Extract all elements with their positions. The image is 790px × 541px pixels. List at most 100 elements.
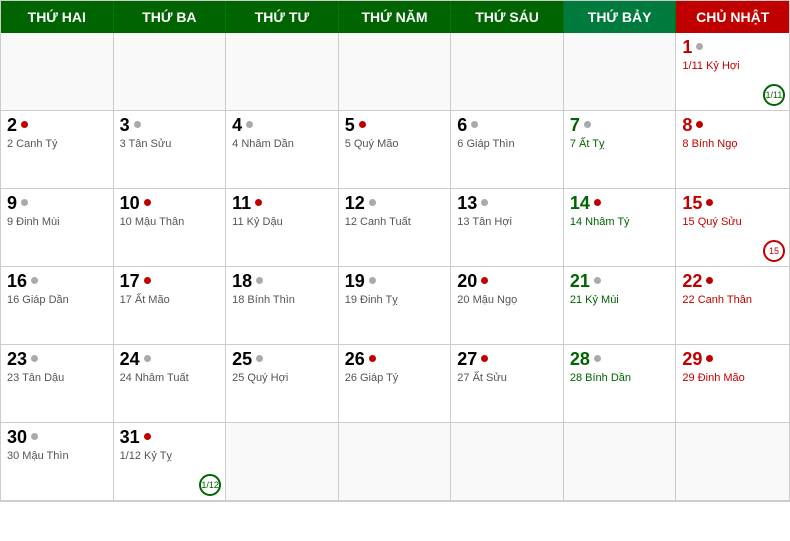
day-cell[interactable]: 2525 Quý Hợi bbox=[226, 345, 339, 423]
lunar-date: 28 Bính Dần bbox=[570, 372, 670, 384]
gregorian-date: 18 bbox=[232, 271, 252, 292]
day-cell[interactable] bbox=[226, 423, 339, 501]
dot-indicator bbox=[706, 355, 713, 362]
lunar-date: 25 Quý Hợi bbox=[232, 372, 332, 384]
day-cell[interactable]: 99 Đinh Mùi bbox=[1, 189, 114, 267]
dot-indicator bbox=[359, 121, 366, 128]
gregorian-date: 20 bbox=[457, 271, 477, 292]
day-cell[interactable]: 16 16 Giáp Dần bbox=[1, 267, 114, 345]
day-cell[interactable]: 2626 Giáp Tý bbox=[339, 345, 452, 423]
day-cell[interactable] bbox=[451, 33, 564, 111]
lunar-date: 17 Ất Mão bbox=[120, 294, 220, 306]
dot-indicator bbox=[594, 277, 601, 284]
lunar-date: 22 Canh Thân bbox=[682, 294, 783, 306]
day-cell[interactable] bbox=[451, 423, 564, 501]
day-cell[interactable]: 21 21 Kỷ Mùi bbox=[564, 267, 677, 345]
lunar-date: 26 Giáp Tý bbox=[345, 372, 445, 384]
lunar-date: 2 Canh Tý bbox=[7, 138, 107, 150]
day-cell[interactable]: 1313 Tân Hợi bbox=[451, 189, 564, 267]
gregorian-date: 19 bbox=[345, 271, 365, 292]
dot-indicator bbox=[369, 199, 376, 206]
day-cell[interactable]: 88 Bính Ngọ bbox=[676, 111, 789, 189]
gregorian-date: 29 bbox=[682, 349, 702, 370]
lunar-date: 30 Mậu Thìn bbox=[7, 450, 107, 462]
dot-indicator bbox=[584, 121, 591, 128]
day-cell[interactable]: 2424 Nhâm Tuất bbox=[114, 345, 227, 423]
day-cell[interactable]: 3030 Mậu Thìn bbox=[1, 423, 114, 501]
day-cell[interactable]: 17 17 Ất Mão bbox=[114, 267, 227, 345]
circle-indicator: 15 bbox=[763, 240, 785, 262]
day-cell[interactable]: 77 Ất Tỵ bbox=[564, 111, 677, 189]
day-cell[interactable] bbox=[339, 33, 452, 111]
gregorian-date: 24 bbox=[120, 349, 140, 370]
lunar-date: 5 Quý Mão bbox=[345, 138, 445, 150]
gregorian-date: 13 bbox=[457, 193, 477, 214]
gregorian-date: 9 bbox=[7, 193, 17, 214]
day-cell[interactable]: 33 Tân Sửu bbox=[114, 111, 227, 189]
day-cell[interactable]: 11/11 Kỷ Hợi1/11 bbox=[676, 33, 789, 111]
dot-indicator bbox=[706, 277, 713, 284]
lunar-date: 21 Kỷ Mùi bbox=[570, 294, 670, 306]
header-day-cell: CHỦ NHẬT bbox=[676, 1, 789, 33]
day-cell[interactable] bbox=[564, 33, 677, 111]
day-cell[interactable]: 1919 Đinh Tỵ bbox=[339, 267, 452, 345]
gregorian-date: 11 bbox=[232, 193, 251, 214]
day-cell[interactable] bbox=[226, 33, 339, 111]
dot-indicator bbox=[31, 433, 38, 440]
day-cell[interactable] bbox=[339, 423, 452, 501]
gregorian-date: 14 bbox=[570, 193, 590, 214]
day-cell[interactable] bbox=[1, 33, 114, 111]
day-cell[interactable]: 311/12 Kỷ Tỵ1/12 bbox=[114, 423, 227, 501]
dot-indicator bbox=[594, 355, 601, 362]
header-day-cell: THỨ NĂM bbox=[339, 1, 452, 33]
day-cell[interactable]: 15 15 Quý Sửu 15 bbox=[676, 189, 789, 267]
lunar-date: 15 Quý Sửu bbox=[682, 216, 783, 228]
day-cell[interactable]: 29 29 Đinh Mão bbox=[676, 345, 789, 423]
day-cell[interactable]: 1111 Kỷ Dậu bbox=[226, 189, 339, 267]
gregorian-date: 31 bbox=[120, 427, 140, 448]
day-cell[interactable]: 2222 Canh Thân bbox=[676, 267, 789, 345]
lunar-date: 20 Mậu Ngọ bbox=[457, 294, 557, 306]
gregorian-date: 4 bbox=[232, 115, 242, 136]
calendar-grid: 11/11 Kỷ Hợi1/11 22 Canh Tý33 Tân Sửu4 4 N… bbox=[1, 33, 789, 501]
gregorian-date: 28 bbox=[570, 349, 590, 370]
day-cell[interactable] bbox=[676, 423, 789, 501]
lunar-date: 29 Đinh Mão bbox=[682, 372, 783, 384]
lunar-date: 4 Nhâm Dần bbox=[232, 138, 332, 150]
gregorian-date: 23 bbox=[7, 349, 27, 370]
gregorian-date: 21 bbox=[570, 271, 590, 292]
day-cell[interactable]: 22 Canh Tý bbox=[1, 111, 114, 189]
dot-indicator bbox=[144, 199, 151, 206]
day-cell[interactable]: 55 Quý Mão bbox=[339, 111, 452, 189]
day-cell[interactable]: 1414 Nhâm Tý bbox=[564, 189, 677, 267]
header-day-cell: THỨ HAI bbox=[1, 1, 114, 33]
dot-indicator bbox=[696, 43, 703, 50]
day-cell[interactable]: 4 4 Nhâm Dần bbox=[226, 111, 339, 189]
dot-indicator bbox=[246, 121, 253, 128]
day-cell[interactable]: 18 18 Bính Thìn bbox=[226, 267, 339, 345]
day-cell[interactable] bbox=[114, 33, 227, 111]
day-cell[interactable] bbox=[564, 423, 677, 501]
day-cell[interactable]: 2727 Ất Sửu bbox=[451, 345, 564, 423]
header-day-cell: THỨ TƯ bbox=[226, 1, 339, 33]
lunar-date: 6 Giáp Thìn bbox=[457, 138, 557, 150]
day-cell[interactable]: 1010 Mậu Thân bbox=[114, 189, 227, 267]
day-cell[interactable]: 66 Giáp Thìn bbox=[451, 111, 564, 189]
dot-indicator bbox=[21, 121, 28, 128]
day-cell[interactable]: 23 23 Tân Dậu bbox=[1, 345, 114, 423]
day-cell[interactable]: 20 20 Mậu Ngọ bbox=[451, 267, 564, 345]
gregorian-date: 16 bbox=[7, 271, 27, 292]
lunar-date: 10 Mậu Thân bbox=[120, 216, 220, 228]
gregorian-date: 15 bbox=[682, 193, 702, 214]
lunar-date: 23 Tân Dậu bbox=[7, 372, 107, 384]
day-cell[interactable]: 1212 Canh Tuất bbox=[339, 189, 452, 267]
dot-indicator bbox=[144, 277, 151, 284]
dot-indicator bbox=[594, 199, 601, 206]
dot-indicator bbox=[471, 121, 478, 128]
lunar-date: 18 Bính Thìn bbox=[232, 294, 332, 306]
lunar-date: 16 Giáp Dần bbox=[7, 294, 107, 306]
day-cell[interactable]: 28 28 Bính Dần bbox=[564, 345, 677, 423]
gregorian-date: 1 bbox=[682, 37, 692, 58]
gregorian-date: 3 bbox=[120, 115, 130, 136]
gregorian-date: 17 bbox=[120, 271, 140, 292]
